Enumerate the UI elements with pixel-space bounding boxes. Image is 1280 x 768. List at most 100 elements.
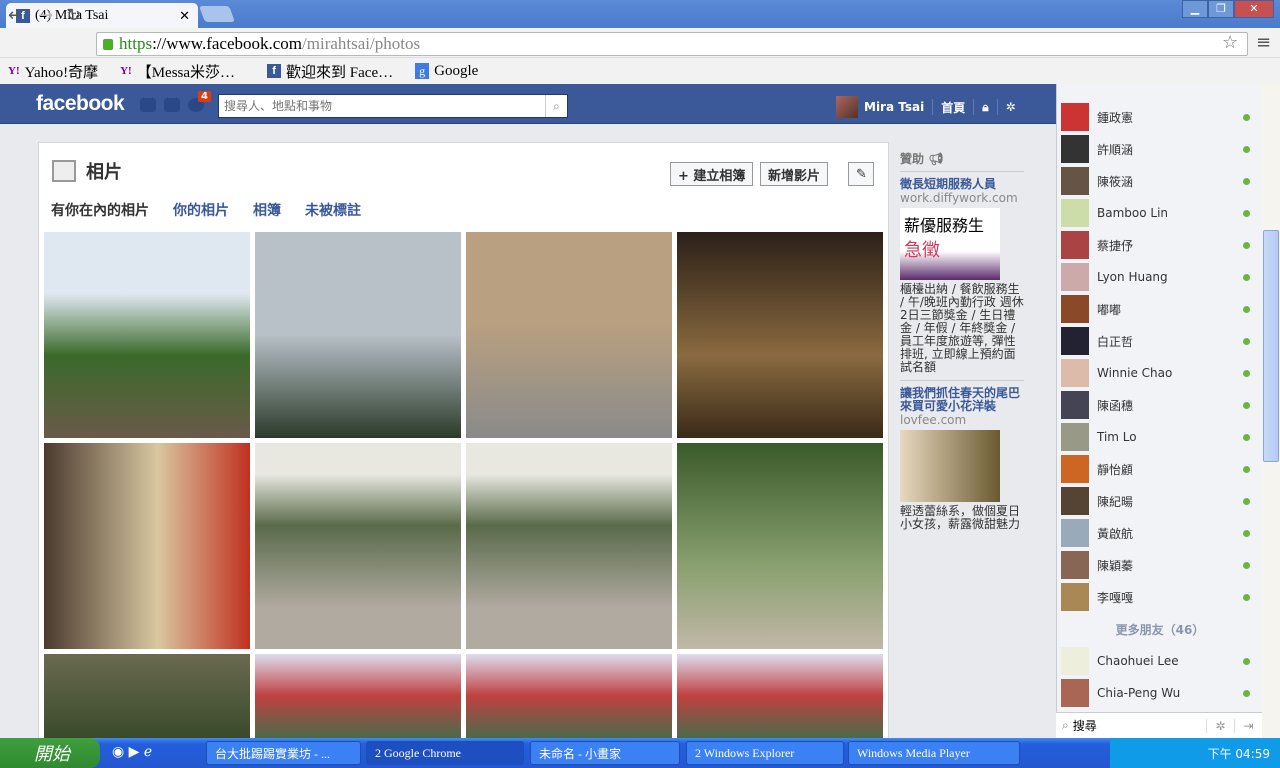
chat-friend[interactable]: 鍾政憲 <box>1061 103 1257 131</box>
new-tab-button[interactable] <box>199 6 235 22</box>
photo-thumbnail[interactable] <box>466 232 672 438</box>
search-input[interactable] <box>219 96 545 116</box>
chat-friend[interactable]: 陳函穗 <box>1061 391 1257 419</box>
photo-thumbnail[interactable] <box>255 654 461 738</box>
maximize-button[interactable]: ❐ <box>1208 0 1234 18</box>
address-bar[interactable]: https://www.facebook.com/mirahtsai/photo… <box>96 32 1248 56</box>
chat-friend[interactable]: 蔡捷伃 <box>1061 231 1257 259</box>
popout-icon[interactable]: ⇥ <box>1234 718 1262 733</box>
bookmark-star-icon[interactable]: ☆ <box>1222 32 1238 53</box>
clock[interactable]: 下午 04:59 <box>1208 745 1270 762</box>
bookmark-yahoo[interactable]: Y! Yahoo!奇摩 <box>8 61 98 82</box>
settings-gear-icon[interactable]: ✲ <box>1006 100 1016 114</box>
tab-your-photos[interactable]: 你的相片 <box>173 200 229 220</box>
photos-icon <box>52 160 76 182</box>
avatar <box>1061 391 1089 419</box>
photo-thumbnail[interactable] <box>677 654 883 738</box>
chat-friend[interactable]: Winnie Chao <box>1061 359 1257 387</box>
online-status-icon <box>1243 401 1250 409</box>
tab-photos-of-you[interactable]: 有你在內的相片 <box>51 200 149 220</box>
photo-thumbnail[interactable] <box>677 232 883 438</box>
ad-title[interactable]: 讓我們抓住春天的尾巴來買可愛小花洋裝 <box>900 387 1024 413</box>
profile-link[interactable]: Mira Tsai <box>864 100 924 114</box>
task-paint[interactable]: 未命名 - 小畫家 <box>530 741 680 765</box>
friend-name: 李嘎嘎 <box>1097 590 1134 605</box>
menu-icon[interactable]: ≡ <box>1256 32 1271 53</box>
task-ptt[interactable]: 台大批踢踢實業坊 - ... <box>206 741 361 765</box>
chat-friend[interactable]: Tim Lo <box>1061 423 1257 451</box>
close-tab-icon[interactable]: ✕ <box>179 8 190 24</box>
task-chrome[interactable]: 2 Google Chrome <box>366 741 524 765</box>
online-status-icon <box>1243 561 1250 569</box>
ad-image[interactable]: 薪優服務生 急徵 <box>900 208 1000 280</box>
friend-name: Chaohuei Lee <box>1097 654 1179 668</box>
create-album-button[interactable]: + 建立相簿 <box>670 162 754 186</box>
photo-thumbnail[interactable] <box>44 232 250 438</box>
photo-thumbnail[interactable] <box>44 654 250 738</box>
avatar[interactable] <box>836 96 858 118</box>
chat-friend[interactable]: 白正哲 <box>1061 327 1257 355</box>
online-status-icon <box>1243 689 1250 697</box>
task-explorer[interactable]: 2 Windows Explorer <box>686 741 844 765</box>
online-status-icon <box>1243 305 1250 313</box>
online-status-icon <box>1243 209 1250 217</box>
yahoo-icon: Y! <box>8 65 20 77</box>
tab-albums[interactable]: 相簿 <box>253 200 281 220</box>
avatar <box>1061 327 1089 355</box>
chat-friend[interactable]: Chia-Peng Wu <box>1061 679 1257 707</box>
friend-name: 靜怡顧 <box>1097 462 1134 477</box>
online-status-icon <box>1243 433 1250 441</box>
bookmark-messa[interactable]: Y! 【Messa米莎… <box>120 61 235 82</box>
chat-search[interactable]: ⌕ 搜尋 ✲ ⇥ <box>1056 712 1262 738</box>
task-media-player[interactable]: Windows Media Player <box>848 741 1020 765</box>
tab-untagged[interactable]: 未被標註 <box>305 200 361 220</box>
browser-tab[interactable]: f (4) Mira Tsai ✕ <box>6 3 198 28</box>
back-icon[interactable]: ← <box>8 5 23 26</box>
chat-friend[interactable]: 陳筱涵 <box>1061 167 1257 195</box>
search-icon: ⌕ <box>1062 718 1069 732</box>
chat-friend[interactable]: Chaohuei Lee <box>1061 647 1257 675</box>
minimize-button[interactable]: ▁ <box>1182 0 1208 18</box>
chat-friend[interactable]: 黃啟航 <box>1061 519 1257 547</box>
photo-thumbnail[interactable] <box>466 443 672 649</box>
chat-friend[interactable]: 靜怡顧 <box>1061 455 1257 483</box>
sponsored-ads: 贊助 📢︎ 徵長短期服務人員 work.diffywork.com 薪優服務生急… <box>900 150 1024 531</box>
chat-friend[interactable]: 嘟嘟 <box>1061 295 1257 323</box>
chat-options-gear-icon[interactable]: ✲ <box>1206 718 1234 733</box>
photo-thumbnail[interactable] <box>255 443 461 649</box>
scrollbar-thumb[interactable] <box>1263 230 1279 462</box>
chat-friend[interactable]: 陳紀暘 <box>1061 487 1257 515</box>
chat-friend[interactable]: 陳穎蓁 <box>1061 551 1257 579</box>
messages-icon[interactable] <box>164 98 180 112</box>
chat-friend[interactable]: Lyon Huang <box>1061 263 1257 291</box>
privacy-icon[interactable]: 🔒︎ <box>982 100 988 115</box>
facebook-search[interactable]: ⌕ <box>218 94 568 118</box>
friend-requests-icon[interactable] <box>140 98 156 112</box>
avatar <box>1061 423 1089 451</box>
reload-icon[interactable]: ↻ <box>66 5 81 26</box>
forward-icon[interactable]: → <box>38 5 53 26</box>
ad-title[interactable]: 徵長短期服務人員 <box>900 178 1024 191</box>
close-window-button[interactable]: ✕ <box>1234 0 1274 18</box>
photo-thumbnail[interactable] <box>44 443 250 649</box>
edit-pencil-icon[interactable]: ✎ <box>848 162 874 186</box>
start-button[interactable]: 開始 <box>0 738 100 768</box>
ad-image-text: 薪優服務生 <box>904 216 985 235</box>
facebook-logo[interactable]: facebook <box>36 92 125 116</box>
home-link[interactable]: 首頁 <box>941 99 965 116</box>
search-icon[interactable]: ⌕ <box>545 95 567 117</box>
online-status-icon <box>1243 657 1250 665</box>
chat-friend[interactable]: 李嘎嘎 <box>1061 583 1257 611</box>
add-video-button[interactable]: 新增影片 <box>760 162 829 186</box>
avatar <box>1061 263 1089 291</box>
ad-image[interactable] <box>900 430 1000 502</box>
bookmark-google[interactable]: g Google <box>415 63 478 80</box>
quick-launch-icons[interactable]: ◉ ▶ ℯ <box>112 744 152 760</box>
chat-friend[interactable]: Bamboo Lin <box>1061 199 1257 227</box>
photo-thumbnail[interactable] <box>677 443 883 649</box>
chat-search-input[interactable]: 搜尋 <box>1073 717 1206 734</box>
bookmark-facebook[interactable]: f 歡迎來到 Face… <box>267 61 393 82</box>
photo-thumbnail[interactable] <box>255 232 461 438</box>
photo-thumbnail[interactable] <box>466 654 672 738</box>
chat-friend[interactable]: 許順涵 <box>1061 135 1257 163</box>
